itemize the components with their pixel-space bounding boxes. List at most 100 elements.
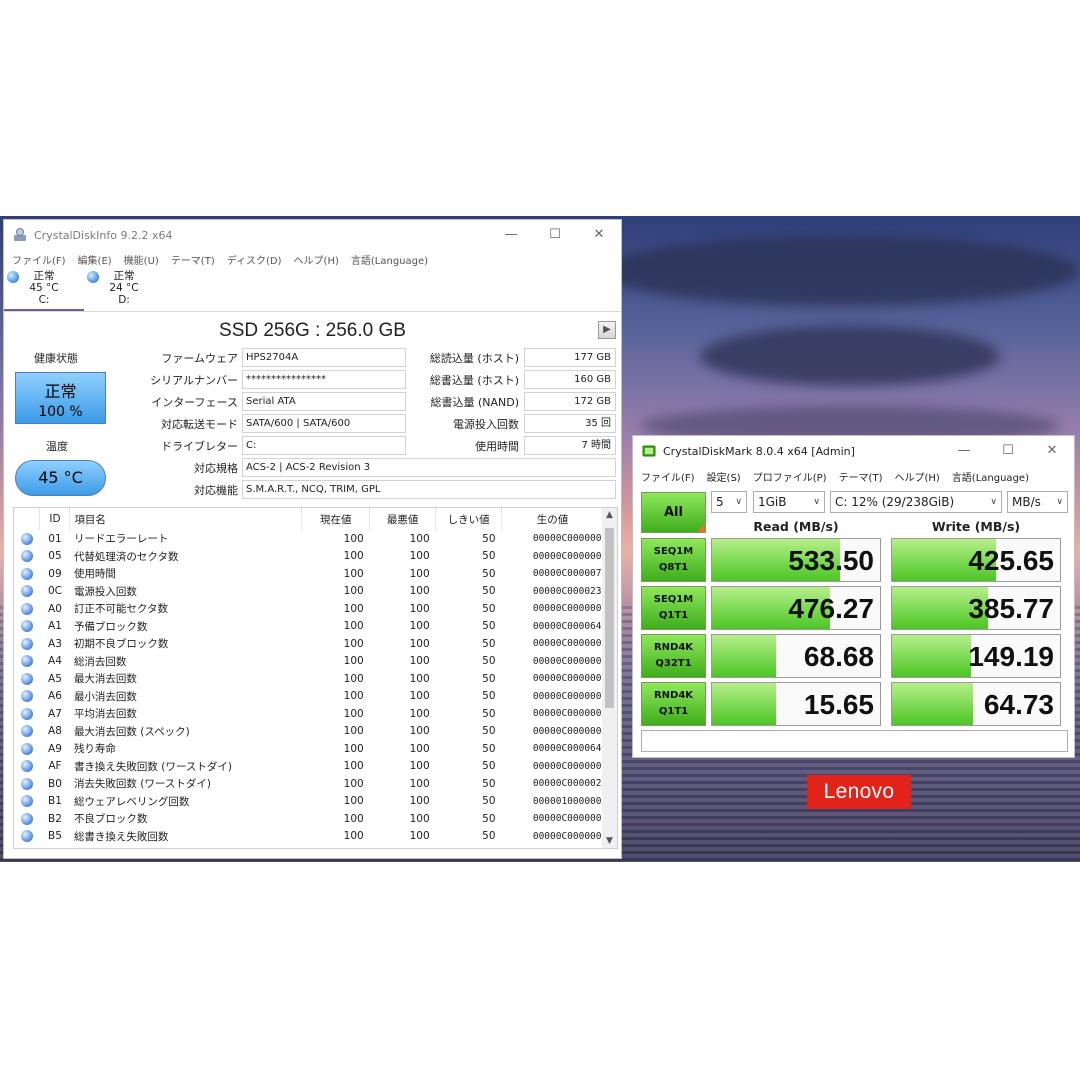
temperature-value[interactable]: 45 °C xyxy=(15,460,106,496)
title-bar[interactable]: CrystalDiskMark 8.0.4 x64 [Admin] — ☐ ✕ xyxy=(633,436,1074,466)
table-row[interactable]: A6 最小消去回数 100 100 50 00000C000000 xyxy=(14,688,604,706)
menu-language[interactable]: 言語(Language) xyxy=(351,252,428,267)
title-bar[interactable]: CrystalDiskInfo 9.2.2 x64 — ☐ ✕ xyxy=(4,220,621,250)
test-count-select[interactable]: 5 ∨ xyxy=(711,491,747,513)
menu-file[interactable]: ファイル(F) xyxy=(12,252,66,267)
table-row[interactable]: A8 最大消去回数 (スペック) 100 100 50 00000C000000 xyxy=(14,723,604,741)
table-row[interactable]: A4 総消去回数 100 100 50 00000C000000 xyxy=(14,653,604,671)
threshold-value: 50 xyxy=(482,830,496,843)
test-button-seq1m-q8t1[interactable]: SEQ1M Q8T1 xyxy=(641,538,706,582)
menu-help[interactable]: ヘルプ(H) xyxy=(294,252,339,267)
threshold-value: 50 xyxy=(482,777,496,790)
table-row[interactable]: 0C 電源投入回数 100 100 50 00000C000023 xyxy=(14,583,604,601)
table-row[interactable]: B2 不良ブロック数 100 100 50 00000C000000 xyxy=(14,810,604,828)
current-value: 100 xyxy=(343,812,364,825)
transfer-mode-value: SATA/600 | SATA/600 xyxy=(242,414,406,433)
status-cell xyxy=(14,828,40,846)
vertical-scrollbar[interactable]: ▲ ▼ xyxy=(602,508,617,848)
status-good-icon xyxy=(20,655,33,668)
minimize-button[interactable]: — xyxy=(489,220,533,250)
column-header-id[interactable]: ID xyxy=(39,508,71,530)
menu-theme[interactable]: テーマ(T) xyxy=(171,252,215,267)
worst-value: 100 xyxy=(409,777,430,790)
table-row[interactable]: A5 最大消去回数 100 100 50 00000C000000 xyxy=(14,670,604,688)
target-drive-select[interactable]: C: 12% (29/238GiB) ∨ xyxy=(830,491,1002,513)
scroll-down-icon[interactable]: ▼ xyxy=(602,836,617,846)
status-cell xyxy=(14,810,40,828)
maximize-button[interactable]: ☐ xyxy=(986,436,1030,466)
scrollbar-thumb[interactable] xyxy=(605,528,614,708)
menu-file[interactable]: ファイル(F) xyxy=(641,469,695,484)
menu-theme[interactable]: テーマ(T) xyxy=(839,469,883,484)
table-row[interactable]: A0 訂正不可能セクタ数 100 100 50 00000C000000 xyxy=(14,600,604,618)
table-row[interactable]: A3 初期不良ブロック数 100 100 50 00000C000000 xyxy=(14,635,604,653)
current-value: 100 xyxy=(343,795,364,808)
test-button-seq1m-q1t1[interactable]: SEQ1M Q1T1 xyxy=(641,586,706,630)
test-button-rnd4k-q1t1[interactable]: RND4K Q1T1 xyxy=(641,682,706,726)
menu-language[interactable]: 言語(Language) xyxy=(952,469,1029,484)
column-header-worst[interactable]: 最悪値 xyxy=(369,508,437,530)
temperature-label: 温度 xyxy=(46,440,68,453)
comment-input[interactable] xyxy=(641,730,1068,752)
test-button-rnd4k-q32t1[interactable]: RND4K Q32T1 xyxy=(641,634,706,678)
menu-profile[interactable]: プロファイル(P) xyxy=(753,469,827,484)
attribute-name: 最小消去回数 xyxy=(73,690,137,703)
attribute-name: 予備ブロック数 xyxy=(73,620,148,633)
drive-temp: 24 °C xyxy=(109,282,139,294)
drive-tab-c[interactable]: 正常 45 °C C: xyxy=(4,268,84,311)
table-row[interactable]: A9 残り寿命 100 100 50 00000C000064 xyxy=(14,740,604,758)
test-size-select[interactable]: 1GiB ∨ xyxy=(753,491,825,513)
menu-function[interactable]: 機能(U) xyxy=(124,252,159,267)
test-name: SEQ1M xyxy=(653,594,694,605)
read-column-header: Read (MB/s) xyxy=(753,519,839,534)
attribute-id: A0 xyxy=(48,602,62,615)
threshold-value: 50 xyxy=(482,532,496,545)
run-all-button[interactable]: All xyxy=(641,492,706,533)
attribute-name: 総書き換え失敗回数 xyxy=(73,830,169,843)
unit-select[interactable]: MB/s ∨ xyxy=(1007,491,1068,513)
health-status-button[interactable]: 正常 100 % xyxy=(15,372,106,424)
menu-help[interactable]: ヘルプ(H) xyxy=(894,469,939,484)
table-row[interactable]: AF 書き換え失敗回数 (ワーストダイ) 100 100 50 00000C000000 xyxy=(14,758,604,776)
menu-edit[interactable]: 編集(E) xyxy=(78,252,112,267)
status-cell xyxy=(14,705,40,723)
close-button[interactable]: ✕ xyxy=(577,220,621,250)
raw-value: 00000C000002 xyxy=(532,778,602,790)
table-row[interactable]: B5 総書き換え失敗回数 100 100 50 00000C000000 xyxy=(14,828,604,846)
minimize-button[interactable]: — xyxy=(942,436,986,466)
close-button[interactable]: ✕ xyxy=(1030,436,1074,466)
current-value: 100 xyxy=(343,532,364,545)
table-row[interactable]: A1 予備ブロック数 100 100 50 00000C000064 xyxy=(14,618,604,636)
table-row[interactable]: 09 使用時間 100 100 50 00000C000007 xyxy=(14,565,604,583)
worst-value: 100 xyxy=(409,550,430,563)
table-row[interactable]: B0 消去失敗回数 (ワーストダイ) 100 100 50 00000C000002 xyxy=(14,775,604,793)
test-name: RND4K xyxy=(653,642,694,653)
table-row[interactable]: B1 総ウェアレベリング回数 100 100 50 000001000000 xyxy=(14,793,604,811)
menu-settings[interactable]: 設定(S) xyxy=(707,469,741,484)
status-cell xyxy=(14,548,40,566)
current-value: 100 xyxy=(343,637,364,650)
worst-value: 100 xyxy=(409,620,430,633)
table-row[interactable]: A7 平均消去回数 100 100 50 00000C000000 xyxy=(14,705,604,723)
column-header-threshold[interactable]: しきい値 xyxy=(435,508,503,530)
worst-value: 100 xyxy=(409,812,430,825)
drive-tab-d[interactable]: 正常 24 °C D: xyxy=(84,268,164,311)
column-header-status[interactable] xyxy=(14,508,41,530)
worst-value: 100 xyxy=(409,655,430,668)
nand-writes-value: 172 GB xyxy=(524,392,616,411)
column-header-raw[interactable]: 生の値 xyxy=(501,508,604,530)
column-header-current[interactable]: 現在値 xyxy=(301,508,371,530)
host-reads-value: 177 GB xyxy=(524,348,616,367)
current-value: 100 xyxy=(343,672,364,685)
read-result-value: 15.65 xyxy=(803,689,874,720)
threshold-value: 50 xyxy=(482,585,496,598)
column-header-name[interactable]: 項目名 xyxy=(69,508,303,530)
maximize-button[interactable]: ☐ xyxy=(533,220,577,250)
table-row[interactable]: 05 代替処理済のセクタ数 100 100 50 00000C000000 xyxy=(14,548,604,566)
smart-attributes-table[interactable]: ID 項目名 現在値 最悪値 しきい値 生の値 01 リードエラーレート 100 10… xyxy=(13,507,618,849)
menu-disk[interactable]: ディスク(D) xyxy=(227,252,282,267)
drive-letter: C: xyxy=(38,294,50,306)
scroll-up-icon[interactable]: ▲ xyxy=(602,510,617,520)
next-disk-button[interactable]: ▶ xyxy=(598,321,616,339)
table-row[interactable]: 01 リードエラーレート 100 100 50 00000C000000 xyxy=(14,530,604,548)
